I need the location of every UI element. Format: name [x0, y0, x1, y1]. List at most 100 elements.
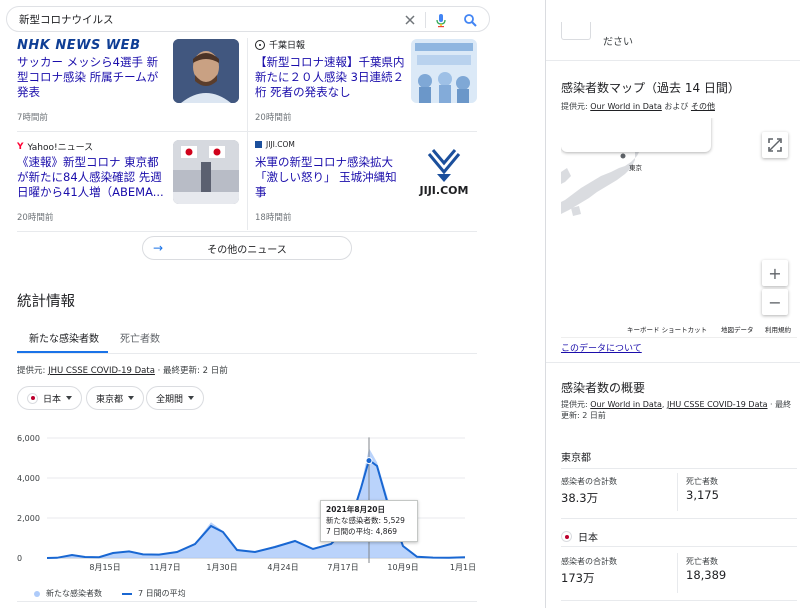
news-thumbnail[interactable]	[411, 39, 477, 103]
more-news-label: その他のニュース	[207, 244, 287, 256]
y-axis-ticks: 0 2,000 4,000 6,000	[17, 434, 40, 563]
x-tick-label: 8月15日	[89, 563, 120, 572]
thumbnail-logo-text: JIJI.COM	[419, 184, 469, 197]
tooltip-avg: 7 日間の平均: 4,869	[326, 527, 398, 536]
overview-source: 提供元: Our World in Data, JHU CSSE COVID-1…	[561, 399, 791, 410]
total-cases-label: 感染者の合計数	[561, 477, 617, 486]
region-name: 東京都	[561, 453, 591, 464]
tab-deaths[interactable]: 死亡者数	[120, 330, 160, 345]
cell-divider	[677, 553, 678, 593]
x-tick-label: 11月7日	[149, 563, 180, 572]
news-source: Yahoo!ニュース	[27, 143, 94, 153]
legend-label-cases: 新たな感染者数	[46, 589, 102, 598]
panel-card-edge	[561, 22, 591, 40]
clear-icon[interactable]	[401, 11, 419, 29]
source-prefix: 提供元:	[561, 400, 591, 409]
tab-new-cases[interactable]: 新たな感染者数	[29, 330, 99, 345]
more-news-button[interactable]: → その他のニュース	[142, 236, 352, 260]
x-tick-label: 10月9日	[387, 563, 418, 572]
region-divider	[561, 600, 797, 601]
tooltip-date: 2021年8月20日	[326, 505, 386, 514]
about-data-link[interactable]: このデータについて	[561, 341, 642, 354]
map-shortcuts-link[interactable]: キーボード ショートカット	[627, 324, 707, 334]
map-source: 提供元: Our World in Data および その他	[561, 101, 715, 112]
overview-updated: 更新: 2 日前	[561, 411, 606, 420]
map-source-other-link[interactable]: その他	[691, 102, 715, 111]
chart-legend: 新たな感染者数 7 日間の平均	[34, 588, 186, 599]
news-source: 千葉日報	[269, 41, 306, 51]
mic-icon[interactable]	[432, 11, 450, 29]
x-tick-label: 7月17日	[327, 563, 358, 572]
news-thumbnail[interactable]	[173, 140, 239, 204]
search-bar[interactable]	[6, 6, 490, 32]
panel-top-text: ださい	[603, 37, 633, 48]
stats-source: 提供元: JHU CSSE COVID-19 Data · 最終更新: 2 日前	[17, 364, 228, 376]
x-tick-label: 4月24日	[267, 563, 298, 572]
infection-map[interactable]: 東京 + − キーボード ショートカット 地図データ 利用規約	[561, 118, 797, 338]
panel-divider-h	[546, 362, 800, 363]
hover-point	[365, 457, 373, 465]
last-updated: · 最終更新: 2 日前	[157, 366, 228, 376]
total-cases-value: 173万	[561, 571, 595, 585]
region-divider	[561, 546, 797, 547]
tooltip-cases: 新たな感染者数: 5,529	[326, 516, 405, 525]
fullscreen-button[interactable]	[762, 132, 788, 158]
region-divider	[561, 468, 797, 469]
news-title[interactable]: 米軍の新型コロナ感染拡大「激しい怒り」 玉城沖縄知事	[255, 155, 407, 200]
panel-divider	[545, 0, 546, 608]
panel-divider-h	[546, 60, 800, 61]
chart-tooltip: 2021年8月20日 新たな感染者数: 5,529 7 日間の平均: 4,869	[320, 500, 418, 542]
region-name: 日本	[578, 533, 598, 544]
news-divider	[17, 131, 477, 132]
globe-icon	[255, 39, 265, 50]
tokyo-marker[interactable]	[620, 153, 626, 159]
filter-region[interactable]: 東京都	[86, 386, 145, 410]
source-link[interactable]: JHU CSSE COVID-19 Data	[48, 366, 155, 376]
news-divider	[17, 231, 477, 232]
news-time: 20時間前	[17, 213, 54, 223]
news-thumbnail[interactable]	[173, 39, 239, 103]
map-terms-link[interactable]: 利用規約	[765, 324, 791, 334]
caret-down-icon	[66, 396, 73, 400]
region-divider	[561, 518, 797, 519]
plus-icon: +	[768, 263, 782, 283]
overview-source-link2[interactable]: JHU CSSE COVID-19 Data	[667, 400, 768, 409]
map-popup	[561, 118, 711, 152]
filter-country[interactable]: 日本	[17, 386, 83, 410]
zoom-in-button[interactable]: +	[762, 260, 788, 286]
expand-icon	[768, 138, 782, 152]
stats-title: 統計情報	[17, 294, 75, 310]
tabs-divider	[17, 353, 477, 354]
news-time: 7時間前	[17, 113, 48, 123]
map-data-link[interactable]: 地図データ	[721, 324, 754, 334]
news-title[interactable]: 【新型コロナ速報】千葉県内新たに２０人感染 3日連続２桁 死者の発表なし	[255, 55, 407, 100]
region-header: 日本	[561, 529, 598, 544]
news-card[interactable]: NHK NEWS WEB サッカー メッシら4選手 新型コロナ感染 所属チームが…	[17, 38, 239, 126]
x-axis-ticks: 8月15日 11月7日 1月30日 4月24日 7月17日 10月9日 1月1日	[89, 563, 476, 572]
overview-source-link[interactable]: Our World in Data	[590, 400, 662, 409]
news-thumbnail[interactable]: JIJI.COM	[411, 140, 477, 204]
map-source-link[interactable]: Our World in Data	[590, 102, 662, 111]
news-card[interactable]: JIJI.COM 米軍の新型コロナ感染拡大「激しい怒り」 玉城沖縄知事 18時間…	[255, 140, 477, 228]
x-tick-label: 1月1日	[450, 563, 476, 572]
arrow-right-icon: →	[153, 241, 164, 255]
y-tick-label: 6,000	[17, 434, 40, 443]
legend-label-avg: 7 日間の平均	[138, 589, 186, 598]
search-icon[interactable]	[461, 11, 479, 29]
y-tick-label: 4,000	[17, 474, 40, 483]
deaths-value: 3,175	[686, 488, 719, 502]
news-title[interactable]: 《速報》新型コロナ 東京都が新たに84人感染確認 先週日曜から41人増（ABEM…	[17, 155, 169, 200]
caret-down-icon	[188, 396, 195, 400]
news-card[interactable]: Y Yahoo!ニュース 《速報》新型コロナ 東京都が新たに84人感染確認 先週…	[17, 140, 239, 228]
source-prefix: 提供元:	[17, 366, 49, 376]
news-source: JIJI.COM	[266, 140, 295, 149]
news-title[interactable]: サッカー メッシら4選手 新型コロナ感染 所属チームが発表	[17, 55, 169, 100]
search-input[interactable]	[19, 11, 379, 27]
filter-period[interactable]: 全期間	[146, 386, 205, 410]
zoom-out-button[interactable]: −	[762, 289, 788, 315]
japan-flag-icon	[27, 392, 38, 404]
news-card[interactable]: 千葉日報 【新型コロナ速報】千葉県内新たに２０人感染 3日連続２桁 死者の発表な…	[255, 38, 477, 126]
minus-icon: −	[768, 292, 782, 312]
filter-label: 東京都	[96, 394, 124, 405]
jiji-icon	[255, 141, 262, 148]
